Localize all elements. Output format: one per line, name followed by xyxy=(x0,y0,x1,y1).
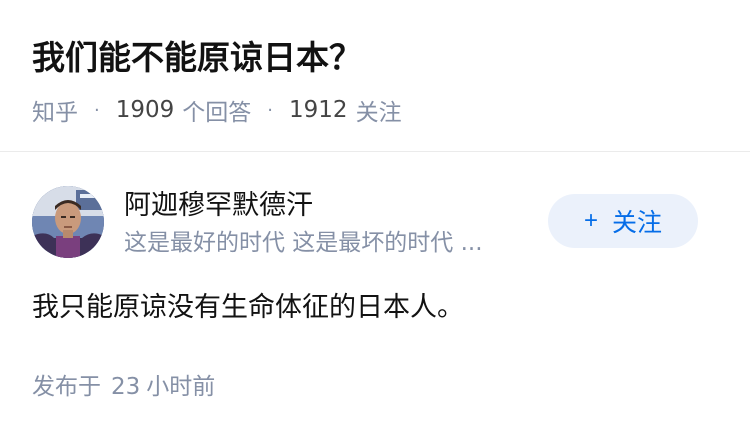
meta-separator: · xyxy=(267,99,274,121)
section-divider xyxy=(0,151,750,152)
published-prefix: 发布于 xyxy=(32,374,101,400)
follow-button[interactable]: + 关注 xyxy=(548,194,698,248)
follow-button-label: 关注 xyxy=(612,209,663,237)
question-title[interactable]: 我们能不能原谅日本？ xyxy=(32,34,362,82)
source-link[interactable]: 知乎 xyxy=(32,93,78,127)
author-bio: 这是最好的时代 这是最坏的时代 ... xyxy=(124,230,483,256)
answer-count: 1909 xyxy=(115,97,175,123)
plus-icon: + xyxy=(583,207,598,234)
answer-content[interactable]: 我只能原谅没有生命体征的日本人。 xyxy=(32,288,464,328)
follow-count-label[interactable]: 关注 xyxy=(356,93,402,127)
answer-author: 阿迦穆罕默德汗 这是最好的时代 这是最坏的时代 ... + 关注 xyxy=(32,186,722,260)
published-unit: 小时前 xyxy=(146,374,216,400)
avatar[interactable] xyxy=(32,186,104,258)
published-value: 23 xyxy=(111,374,141,400)
answer-timestamp: 发布于 23 小时前 xyxy=(32,370,215,404)
question-meta: 知乎 · 1909 个回答 · 1912 关注 xyxy=(32,92,402,128)
meta-separator: · xyxy=(94,99,100,121)
author-name[interactable]: 阿迦穆罕默德汗 xyxy=(124,188,313,224)
question-header: 我们能不能原谅日本？ 知乎 · 1909 个回答 · 1912 关注 xyxy=(0,0,750,152)
avatar-image xyxy=(32,186,104,258)
follow-count: 1912 xyxy=(289,97,348,123)
answer-count-label[interactable]: 个回答 xyxy=(182,93,251,127)
